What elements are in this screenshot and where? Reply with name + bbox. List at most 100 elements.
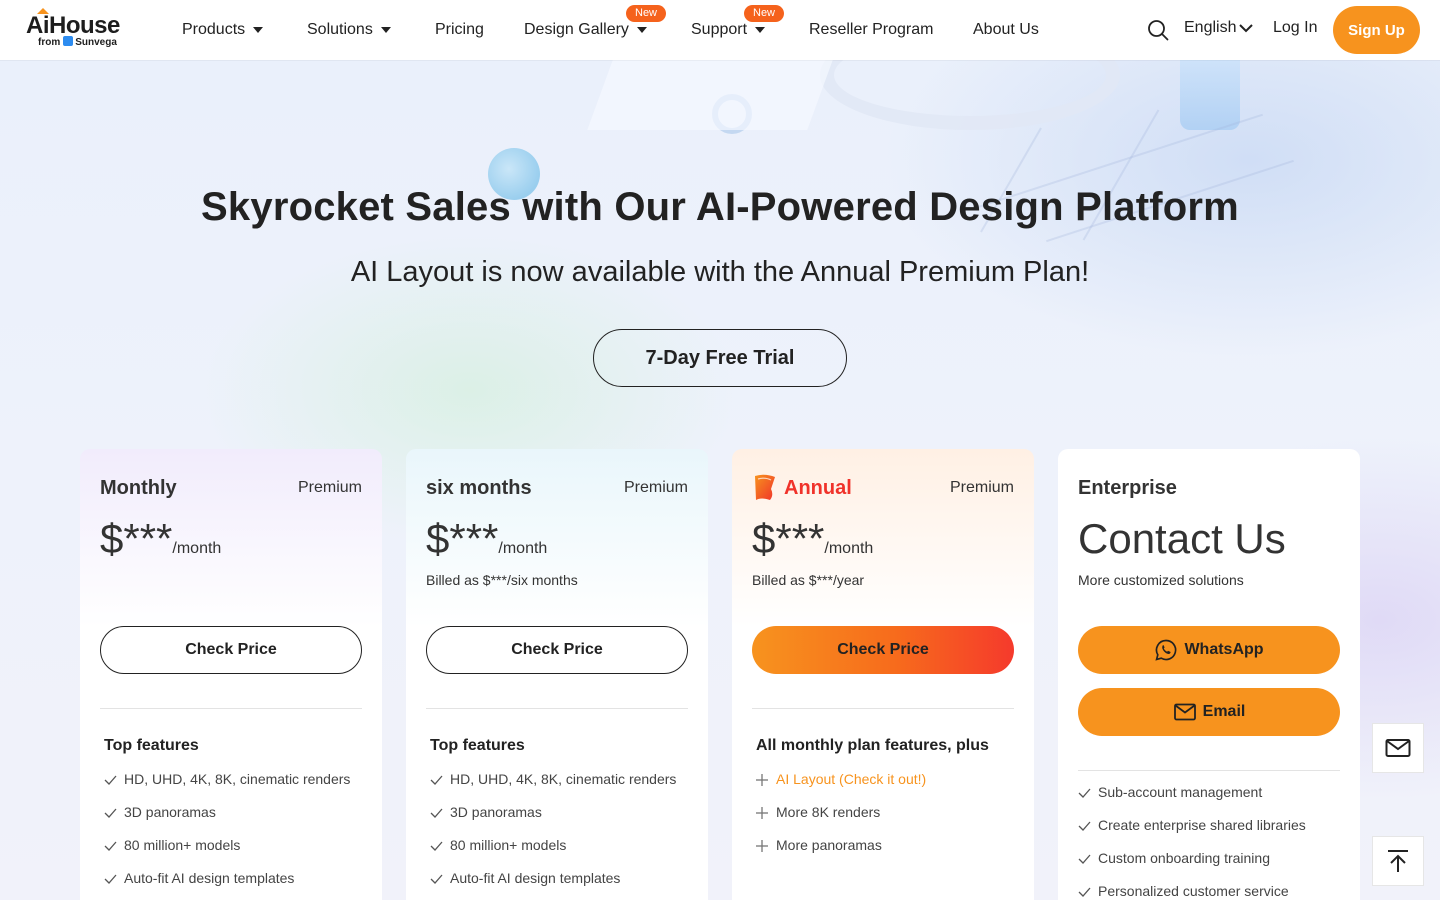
top-navigation: AiHouse from Sunvega Products Solutions P… xyxy=(0,0,1440,60)
enterprise-note: More customized solutions xyxy=(1078,572,1244,588)
plan-name: Enterprise xyxy=(1078,477,1177,499)
check-price-button[interactable]: Check Price xyxy=(752,626,1014,674)
feature-text: Create enterprise shared libraries xyxy=(1098,817,1306,833)
check-price-button[interactable]: Check Price xyxy=(100,626,362,674)
nav-reseller-program[interactable]: Reseller Program xyxy=(809,19,933,41)
caret-down-icon xyxy=(755,27,766,33)
feature-item: More 8K renders xyxy=(756,804,926,837)
plan-name: six months xyxy=(426,477,532,499)
nav-support-label: Support xyxy=(691,21,748,38)
floating-mail-button[interactable] xyxy=(1372,723,1424,773)
plan-card-six-months: six months Premium $***/month Billed as … xyxy=(406,449,708,900)
plan-tier: Premium xyxy=(297,479,362,496)
caret-down-icon xyxy=(253,27,264,33)
nav-about-us[interactable]: About Us xyxy=(973,19,1039,41)
nav-products[interactable]: Products xyxy=(182,19,264,41)
login-link[interactable]: Log In xyxy=(1273,19,1317,37)
feature-text: 3D panoramas xyxy=(450,804,542,820)
feature-item: HD, UHD, 4K, 8K, cinematic renders xyxy=(104,771,350,804)
nav-pricing-label: Pricing xyxy=(435,21,484,38)
free-trial-button[interactable]: 7-Day Free Trial xyxy=(593,329,847,387)
plan-tier: Premium xyxy=(949,479,1014,496)
aihouse-logo[interactable]: AiHouse from Sunvega xyxy=(26,8,122,52)
hero-subtitle: AI Layout is now available with the Annu… xyxy=(350,256,1090,288)
email-label: Email xyxy=(1202,703,1246,720)
feature-item: HD, UHD, 4K, 8K, cinematic renders xyxy=(430,771,676,804)
price-period: /month xyxy=(498,540,548,557)
divider xyxy=(426,708,688,709)
check-icon xyxy=(104,874,117,884)
feature-text: 80 million+ models xyxy=(124,837,241,853)
check-price-button[interactable]: Check Price xyxy=(426,626,688,674)
plus-icon xyxy=(756,840,768,852)
check-icon xyxy=(1078,854,1091,864)
divider xyxy=(100,708,362,709)
feature-text: Auto-fit AI design templates xyxy=(450,870,621,886)
plan-name: Monthly xyxy=(100,477,177,499)
decor-sheet xyxy=(587,60,833,130)
feature-text: More panoramas xyxy=(776,837,882,853)
feature-item: 3D panoramas xyxy=(104,804,350,837)
feature-text: Personalized customer service xyxy=(1098,883,1289,899)
feature-text: 3D panoramas xyxy=(124,804,216,820)
price-period: /month xyxy=(824,540,874,557)
feature-text: AI Layout (Check it out!) xyxy=(776,771,927,787)
nav-solutions-label: Solutions xyxy=(307,21,373,38)
billing-note: Billed as $***/six months xyxy=(426,572,578,588)
nav-support[interactable]: Support xyxy=(691,19,766,41)
plan-card-monthly: Monthly Premium $***/month Check Price T… xyxy=(80,449,382,900)
price-period: /month xyxy=(172,540,222,557)
feature-list: Sub-account management Create enterprise… xyxy=(1078,784,1306,900)
check-icon xyxy=(1078,788,1091,798)
chevron-down-icon xyxy=(1239,24,1254,33)
nav-pricing[interactable]: Pricing xyxy=(435,19,484,41)
ai-layout-link[interactable]: AI Layout (Check it out!) xyxy=(756,771,926,804)
feature-text: HD, UHD, 4K, 8K, cinematic renders xyxy=(450,771,677,787)
check-icon xyxy=(430,841,443,851)
plan-price: $***/month xyxy=(426,515,547,563)
price-amount: $*** xyxy=(752,515,825,562)
feature-text: Custom onboarding training xyxy=(1098,850,1270,866)
price-amount: $*** xyxy=(426,515,499,562)
email-button[interactable]: Email xyxy=(1078,688,1340,736)
feature-text: Sub-account management xyxy=(1098,784,1263,800)
price-amount: $*** xyxy=(100,515,173,562)
search-icon[interactable] xyxy=(1147,19,1169,41)
feature-list: HD, UHD, 4K, 8K, cinematic renders 3D pa… xyxy=(430,771,676,900)
nav-solutions[interactable]: Solutions xyxy=(307,19,391,41)
check-icon xyxy=(1078,887,1091,897)
feature-text: More 8K renders xyxy=(776,804,881,820)
back-to-top-icon xyxy=(1388,850,1408,872)
feature-item: More panoramas xyxy=(756,837,926,870)
plan-price: $***/month xyxy=(100,515,221,563)
plus-icon xyxy=(756,774,768,786)
check-icon xyxy=(430,874,443,884)
feature-item: 3D panoramas xyxy=(430,804,676,837)
back-to-top-button[interactable] xyxy=(1372,836,1424,886)
sunvega-mark-icon xyxy=(63,36,74,46)
feature-list: AI Layout (Check it out!) More 8K render… xyxy=(756,771,926,870)
divider xyxy=(752,708,1014,709)
check-icon xyxy=(104,775,117,785)
plan-card-annual: Annual Premium $***/month Billed as $***… xyxy=(732,449,1034,900)
whatsapp-button[interactable]: WhatsApp xyxy=(1078,626,1340,674)
plan-name: Annual xyxy=(784,477,852,499)
hero-title: Skyrocket Sales with Our AI-Powered Desi… xyxy=(201,185,1239,229)
feature-text: HD, UHD, 4K, 8K, cinematic renders xyxy=(124,771,351,787)
feature-item: Auto-fit AI design templates xyxy=(104,870,350,900)
feature-item: Personalized customer service xyxy=(1078,883,1306,900)
new-badge: New xyxy=(626,5,667,22)
nav-design-gallery[interactable]: Design Gallery xyxy=(524,19,647,41)
signup-button[interactable]: Sign Up xyxy=(1333,6,1420,54)
nav-reseller-label: Reseller Program xyxy=(809,21,934,38)
feature-item: 80 million+ models xyxy=(430,837,676,870)
nav-products-label: Products xyxy=(182,21,246,38)
language-selector[interactable]: English xyxy=(1184,19,1254,37)
nav-about-label: About Us xyxy=(973,21,1039,38)
features-heading: All monthly plan features, plus xyxy=(756,737,989,754)
check-icon xyxy=(104,808,117,818)
feature-text: Auto-fit AI design templates xyxy=(124,870,295,886)
check-icon xyxy=(430,808,443,818)
divider xyxy=(1078,770,1340,771)
whatsapp-label: WhatsApp xyxy=(1184,641,1264,658)
